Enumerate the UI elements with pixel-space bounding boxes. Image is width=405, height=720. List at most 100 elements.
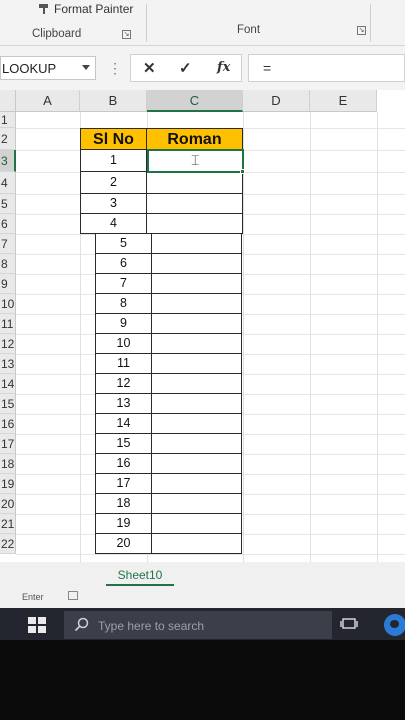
sheet-tab-bar: Sheet10 [0, 562, 405, 588]
search-icon [74, 617, 90, 633]
roman-cell[interactable] [152, 434, 242, 454]
sl-no-cell[interactable]: 16 [95, 454, 152, 474]
column-header-d[interactable]: D [243, 90, 310, 112]
sl-no-cell[interactable]: 7 [95, 274, 152, 294]
gridline [377, 112, 378, 570]
roman-cell[interactable] [152, 394, 242, 414]
roman-cell[interactable] [152, 454, 242, 474]
formula-bar: LOOKUP ⋮ ✕ ✓ fx = [0, 50, 405, 86]
column-header-a[interactable]: A [16, 90, 80, 112]
clipboard-dialog-launcher-icon[interactable]: ↘ [122, 30, 131, 39]
row-header-11[interactable]: 11 [0, 314, 16, 334]
row-header-6[interactable]: 6 [0, 214, 16, 234]
sl-no-cell[interactable]: 2 [80, 172, 147, 194]
row-header-1[interactable]: 1 [0, 112, 16, 128]
format-painter-label: Format Painter [54, 2, 134, 16]
roman-cell[interactable] [152, 514, 242, 534]
row-header-7[interactable]: 7 [0, 234, 16, 254]
row-header-2[interactable]: 2 [0, 128, 16, 150]
fill-handle[interactable] [240, 169, 245, 174]
sheet-tab[interactable]: Sheet10 [106, 566, 174, 586]
row-header-12[interactable]: 12 [0, 334, 16, 354]
row-header-15[interactable]: 15 [0, 394, 16, 414]
windows-start-icon[interactable] [26, 615, 50, 637]
header-cell-sl-no[interactable]: Sl No [80, 128, 147, 150]
roman-cell[interactable] [152, 534, 242, 554]
font-dialog-launcher-icon[interactable]: ↘ [357, 26, 366, 35]
sl-no-cell[interactable]: 5 [95, 234, 152, 254]
sl-no-cell[interactable]: 8 [95, 294, 152, 314]
start-pane [38, 617, 46, 624]
row-header-16[interactable]: 16 [0, 414, 16, 434]
roman-cell[interactable] [152, 294, 242, 314]
roman-cell[interactable] [147, 214, 243, 234]
roman-cell[interactable] [147, 172, 243, 194]
column-header-c[interactable]: C [147, 90, 243, 112]
taskbar-search-box[interactable]: Type here to search [64, 611, 332, 639]
sl-no-cell[interactable]: 12 [95, 374, 152, 394]
roman-cell[interactable] [152, 494, 242, 514]
row-header-3[interactable]: 3 [0, 150, 16, 172]
start-pane [28, 626, 36, 633]
header-cell-roman[interactable]: Roman [147, 128, 243, 150]
row-header-17[interactable]: 17 [0, 434, 16, 454]
roman-cell[interactable] [152, 254, 242, 274]
row-header-21[interactable]: 21 [0, 514, 16, 534]
row-header-14[interactable]: 14 [0, 374, 16, 394]
accessibility-icon[interactable] [68, 591, 78, 600]
sl-no-cell[interactable]: 14 [95, 414, 152, 434]
column-header-b[interactable]: B [80, 90, 147, 112]
cancel-icon[interactable]: ✕ [143, 59, 156, 77]
roman-cell[interactable] [152, 234, 242, 254]
sl-no-cell[interactable]: 1 [80, 150, 147, 172]
roman-cell[interactable] [152, 274, 242, 294]
sl-no-cell[interactable]: 11 [95, 354, 152, 374]
worksheet-grid[interactable]: ABCDE 1 2 3 4 5 6 7 8 9 10 11 12 13 14 15 16 17 18 19 20 21 2… [0, 90, 405, 570]
paintbrush-icon [38, 3, 50, 15]
select-all-corner[interactable] [0, 90, 16, 112]
formula-input[interactable]: = [248, 54, 405, 82]
sl-no-cell[interactable]: 15 [95, 434, 152, 454]
sl-no-cell[interactable]: 3 [80, 194, 147, 214]
edge-browser-icon[interactable] [384, 614, 405, 636]
gridline [310, 112, 311, 570]
sl-no-cell[interactable]: 6 [95, 254, 152, 274]
name-box[interactable]: LOOKUP [0, 56, 96, 80]
row-header-20[interactable]: 20 [0, 494, 16, 514]
sl-no-cell[interactable]: 4 [80, 214, 147, 234]
task-view-icon[interactable] [340, 616, 358, 632]
row-header-19[interactable]: 19 [0, 474, 16, 494]
gridline [16, 554, 405, 555]
sl-no-cell[interactable]: 19 [95, 514, 152, 534]
roman-cell[interactable] [147, 194, 243, 214]
enter-icon[interactable]: ✓ [179, 59, 192, 77]
roman-cell[interactable] [152, 474, 242, 494]
row-header-5[interactable]: 5 [0, 194, 16, 214]
roman-cell[interactable] [152, 354, 242, 374]
roman-cell[interactable] [152, 334, 242, 354]
column-header-e[interactable]: E [310, 90, 377, 112]
text-cursor-icon: ⌶ [191, 152, 200, 168]
row-header-10[interactable]: 10 [0, 294, 16, 314]
row-header-4[interactable]: 4 [0, 172, 16, 194]
sl-no-cell[interactable]: 17 [95, 474, 152, 494]
status-bar: Enter [0, 588, 405, 608]
more-options-icon[interactable]: ⋮ [108, 60, 122, 77]
sl-no-cell[interactable]: 13 [95, 394, 152, 414]
row-header-13[interactable]: 13 [0, 354, 16, 374]
font-group-label: Font [237, 24, 261, 36]
roman-cell[interactable] [152, 374, 242, 394]
row-header-8[interactable]: 8 [0, 254, 16, 274]
sl-no-cell[interactable]: 20 [95, 534, 152, 554]
sl-no-cell[interactable]: 9 [95, 314, 152, 334]
insert-function-icon[interactable]: fx [217, 60, 230, 75]
chevron-down-icon[interactable] [82, 65, 90, 70]
roman-cell[interactable] [152, 414, 242, 434]
format-painter-button[interactable]: Format Painter [38, 2, 133, 16]
roman-cell[interactable] [152, 314, 242, 334]
row-header-22[interactable]: 22 [0, 534, 16, 554]
row-header-18[interactable]: 18 [0, 454, 16, 474]
row-header-9[interactable]: 9 [0, 274, 16, 294]
sl-no-cell[interactable]: 18 [95, 494, 152, 514]
sl-no-cell[interactable]: 10 [95, 334, 152, 354]
